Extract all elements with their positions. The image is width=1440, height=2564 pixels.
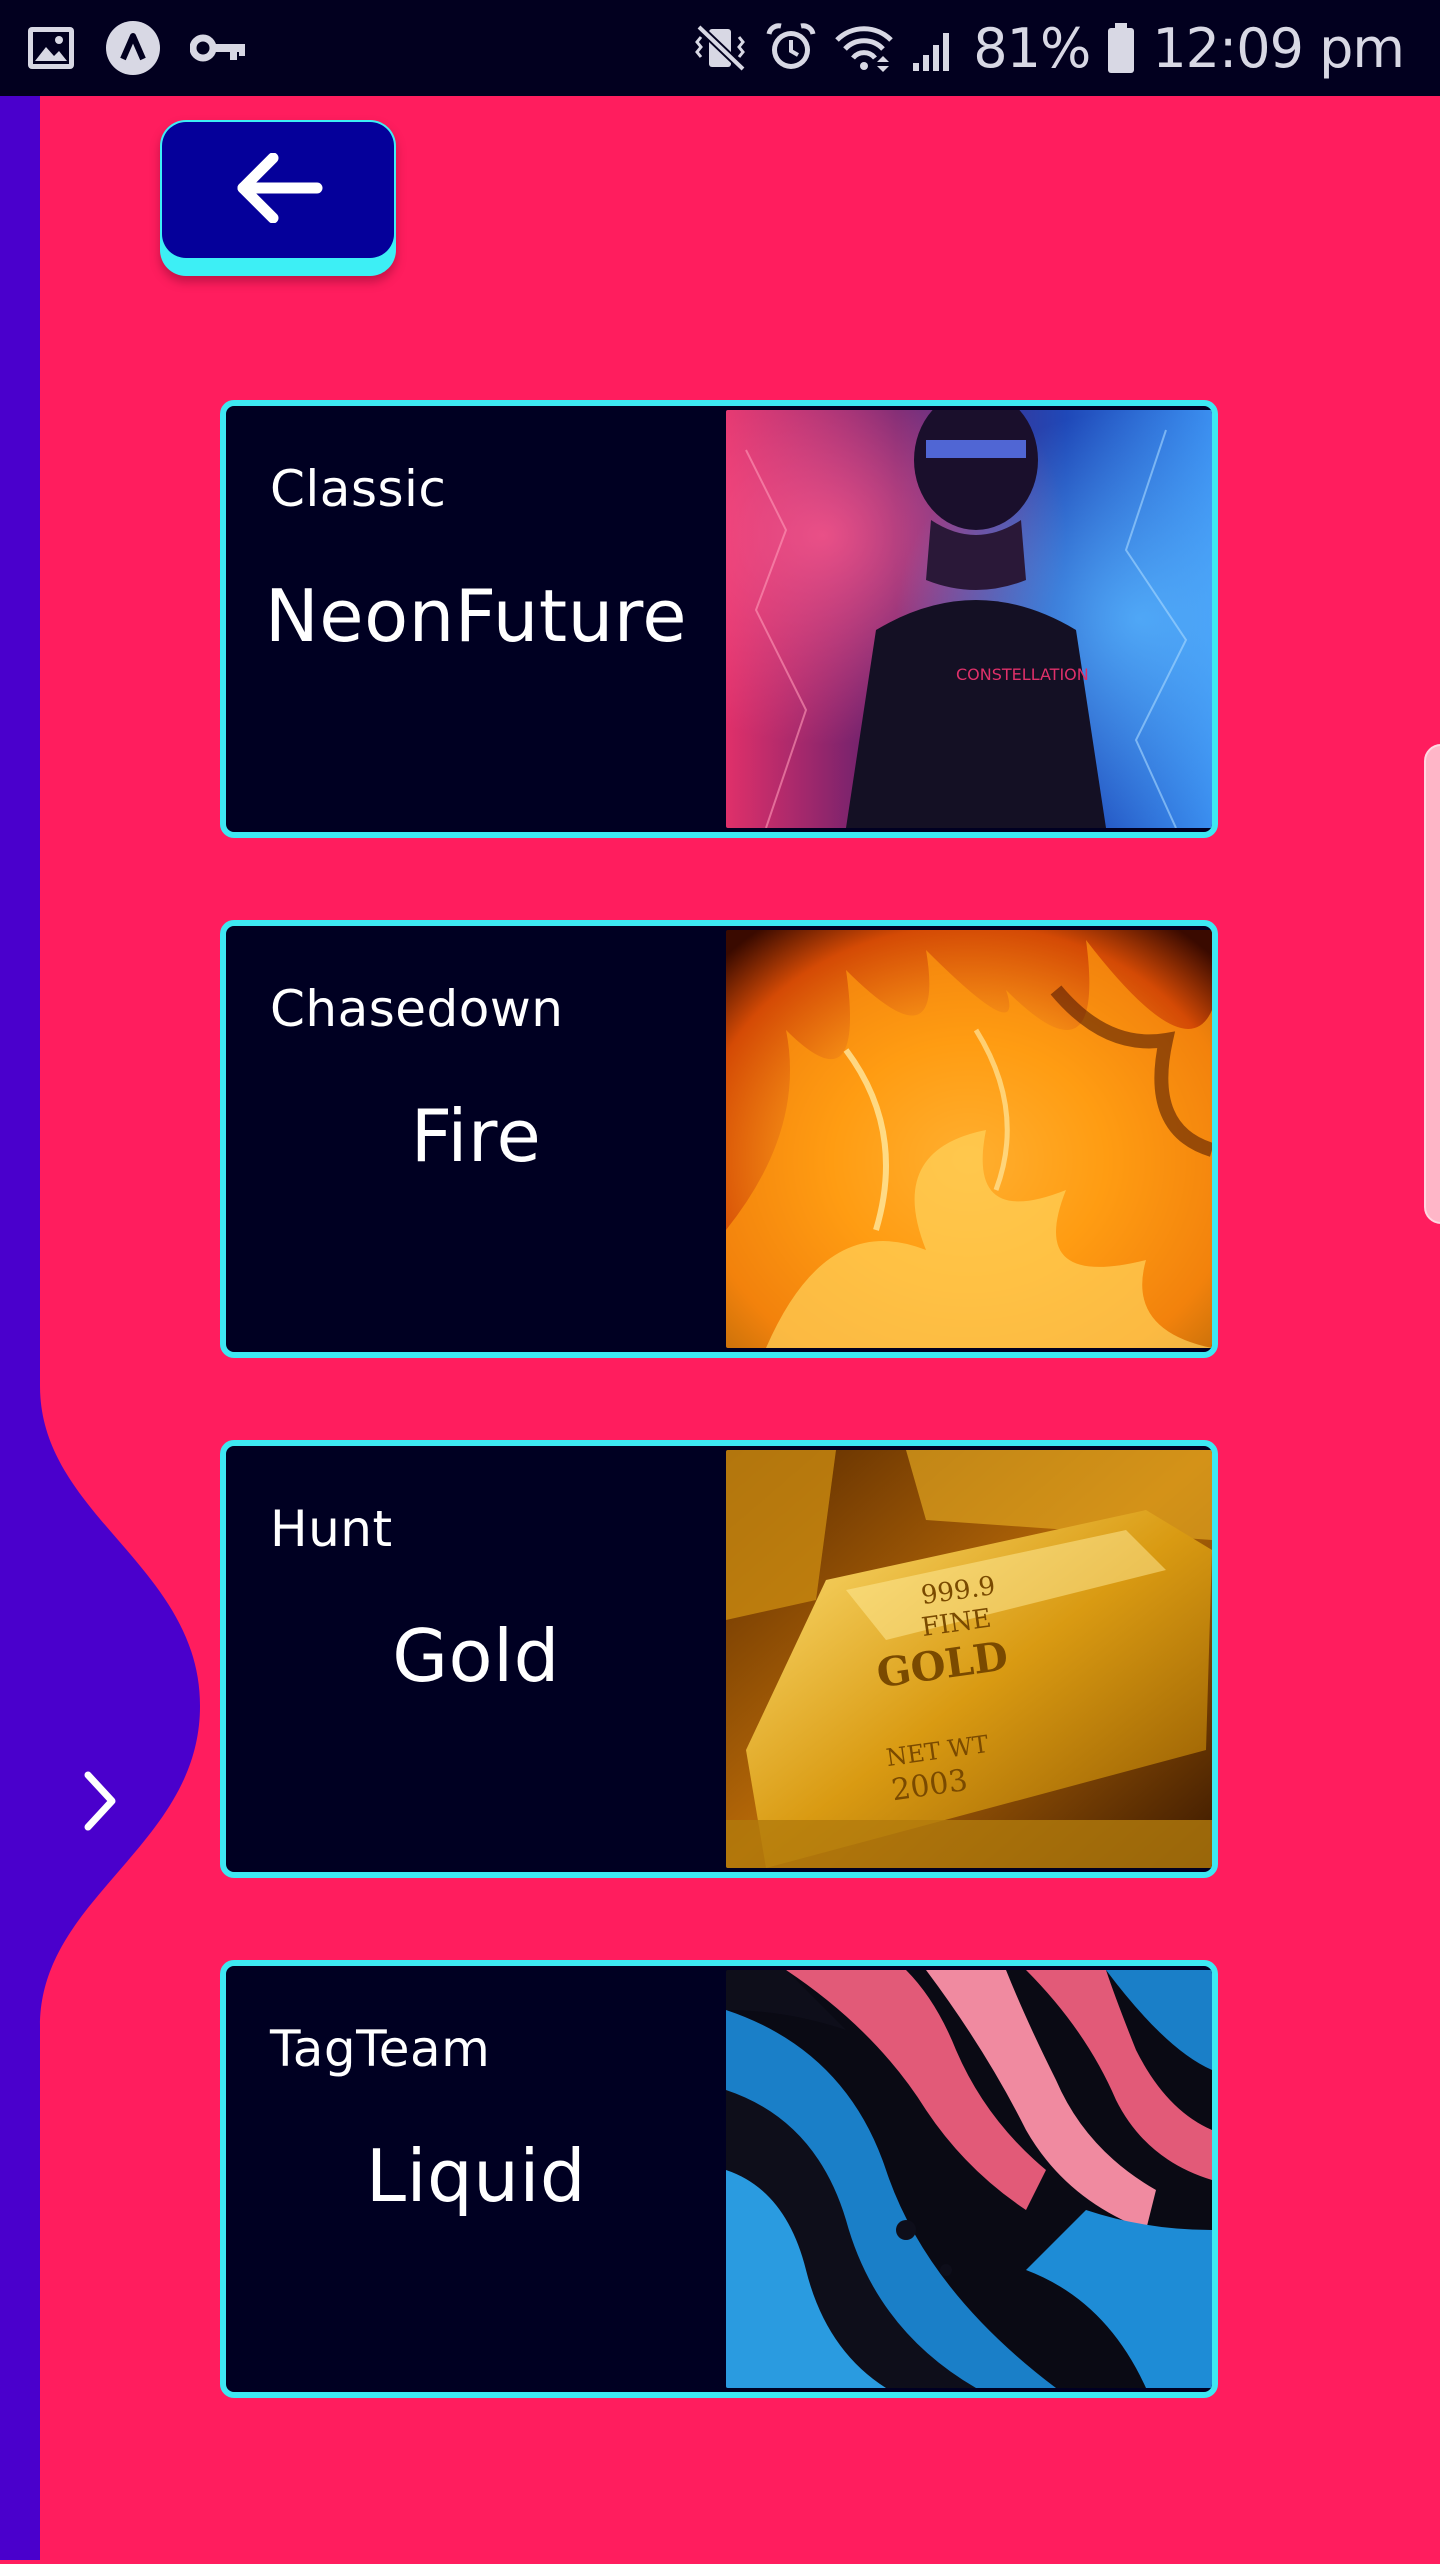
liquid-paint-image [726, 1970, 1212, 2388]
card-mode-label: TagTeam [270, 2020, 491, 2078]
key-icon [190, 28, 246, 68]
battery-icon [1106, 21, 1136, 75]
neon-portrait-image: CONSTELLATION [726, 410, 1212, 828]
card-text: Classic NeonFuture [226, 406, 726, 832]
gold-bars-image: 999.9 FINE GOLD NET WT 2003 [726, 1450, 1212, 1868]
status-bar: 81% 12:09 pm [0, 0, 1440, 96]
status-right-icons: 81% 12:09 pm [693, 16, 1405, 80]
card-theme-label: NeonFuture [264, 574, 688, 658]
game-mode-card-liquid[interactable]: TagTeam Liquid [220, 1960, 1218, 2398]
app-a-icon [104, 19, 162, 77]
battery-percent: 81% [973, 16, 1091, 80]
svg-text:CONSTELLATION: CONSTELLATION [956, 665, 1089, 684]
card-theme-label: Fire [410, 1094, 542, 1178]
back-button-face [162, 122, 394, 258]
status-left-icons [26, 20, 246, 76]
card-text: Chasedown Fire [226, 926, 726, 1352]
fire-flames-image [726, 930, 1212, 1348]
card-text: TagTeam Liquid [226, 1966, 726, 2392]
card-mode-label: Hunt [270, 1500, 393, 1558]
sidebar-drawer[interactable] [0, 96, 210, 2560]
card-mode-label: Classic [270, 460, 447, 518]
back-button[interactable] [160, 120, 396, 276]
signal-icon [911, 23, 957, 73]
arrow-left-icon [233, 152, 323, 227]
card-theme-label: Gold [392, 1614, 560, 1698]
alarm-icon [765, 22, 817, 74]
sidebar-shape [0, 96, 200, 2560]
edge-panel-handle[interactable] [1424, 744, 1440, 1224]
card-mode-label: Chasedown [270, 980, 564, 1038]
wifi-icon [833, 22, 895, 74]
clock-time: 12:09 pm [1152, 16, 1405, 80]
chevron-right-icon[interactable] [70, 1766, 130, 1836]
gallery-icon [26, 25, 76, 71]
game-mode-card-gold[interactable]: Hunt Gold 999.9 FINE GOLD NET WT 2003 [220, 1440, 1218, 1878]
card-text: Hunt Gold [226, 1446, 726, 1872]
game-mode-card-neonfuture[interactable]: Classic NeonFuture CONSTELLATION [220, 400, 1218, 838]
vibrate-mute-icon [693, 23, 749, 73]
card-theme-label: Liquid [365, 2134, 587, 2218]
game-mode-card-fire[interactable]: Chasedown Fire [220, 920, 1218, 1358]
